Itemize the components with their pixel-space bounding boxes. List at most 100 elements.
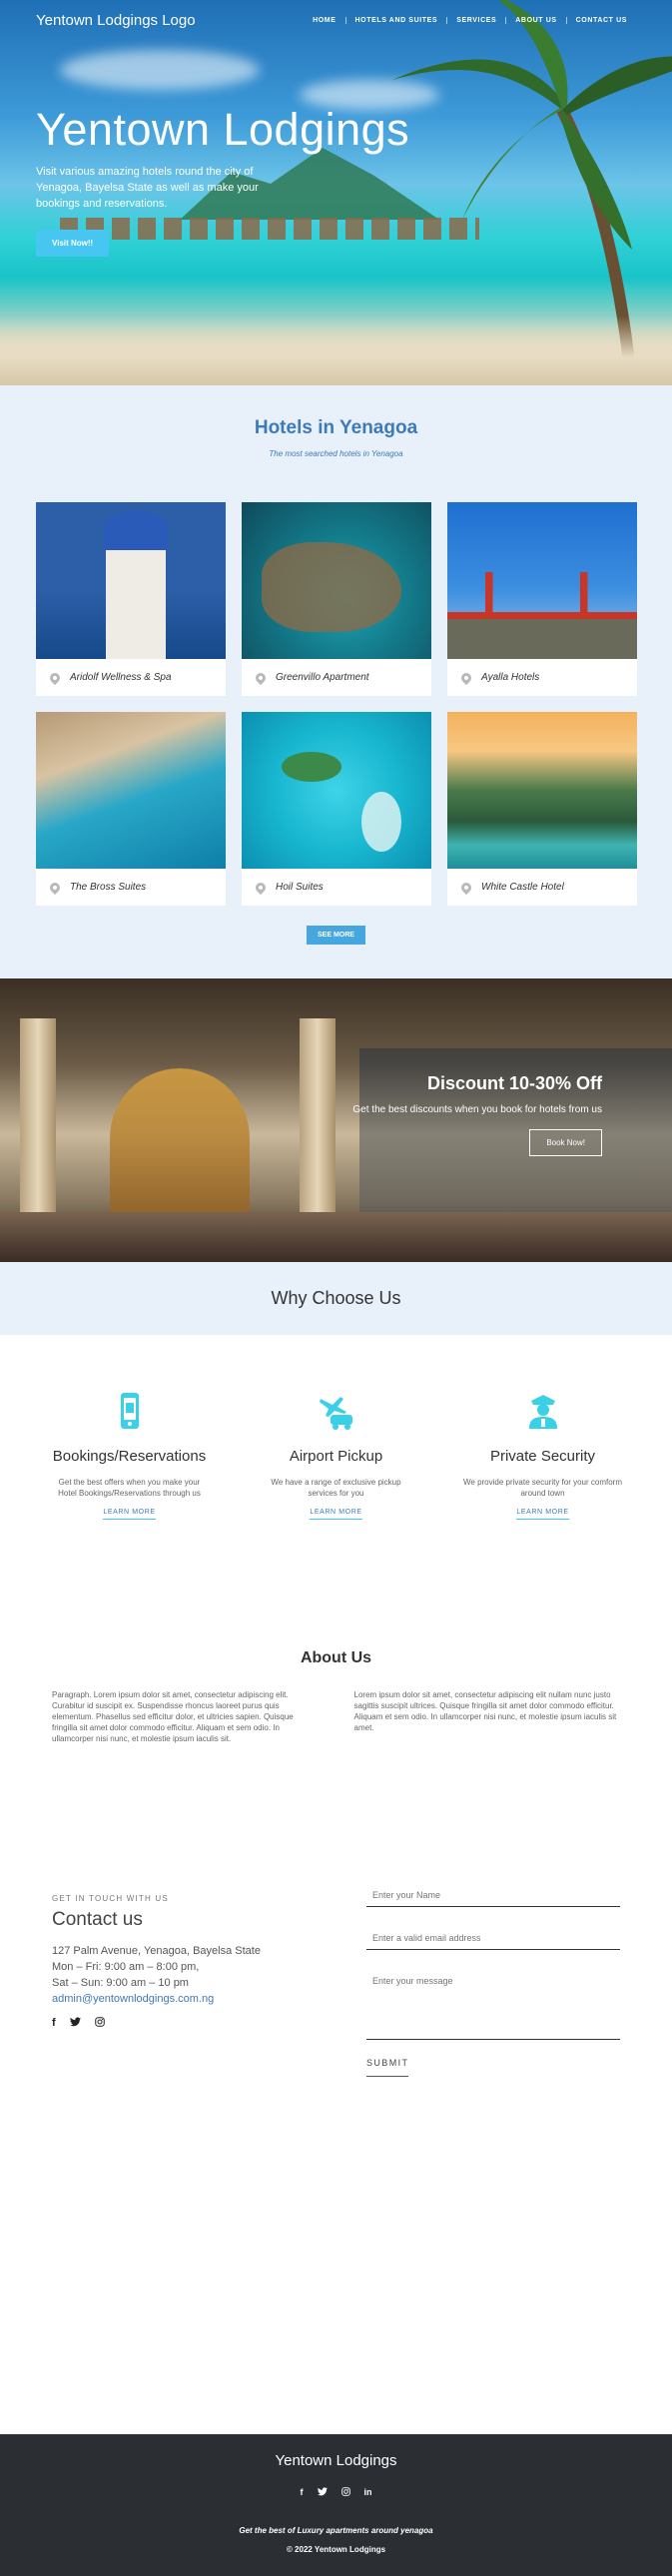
cloud-decor <box>60 50 260 90</box>
hotel-image[interactable] <box>36 502 226 659</box>
land-decor <box>447 619 637 659</box>
facebook-icon[interactable]: f <box>52 2017 56 2030</box>
hotel-name[interactable]: Greenvillo Apartment <box>276 672 369 683</box>
footer-social-icons: f in <box>0 2487 672 2498</box>
coast-decor <box>262 542 401 632</box>
hotel-caption: Greenvillo Apartment <box>242 659 431 696</box>
location-pin-icon <box>253 670 269 685</box>
features-section: Bookings/Reservations Get the best offer… <box>0 1335 672 1550</box>
contact-hours-weekday: Mon – Fri: 9:00 am – 8:00 pm, <box>52 1961 200 1973</box>
contact-address: 127 Palm Avenue, Yenagoa, Bayelsa State <box>52 1945 261 1957</box>
footer-copyright: © 2022 Yentown Lodgings <box>286 2545 386 2554</box>
hotel-card[interactable]: Ayalla Hotels <box>447 502 637 696</box>
email-field[interactable] <box>366 1927 620 1950</box>
contact-hours-weekend: Sat – Sun: 9:00 am – 10 pm <box>52 1977 189 1989</box>
footer-title: Yentown Lodgings <box>275 2452 397 2469</box>
discount-content: Discount 10-30% Off Get the best discoun… <box>352 1073 602 1156</box>
learn-more-link[interactable]: LEARN MORE <box>310 1509 362 1520</box>
hotel-card[interactable]: Aridolf Wellness & Spa <box>36 502 226 696</box>
hotel-caption: Ayalla Hotels <box>447 659 637 696</box>
about-title: About Us <box>300 1649 372 1666</box>
hero-subtitle: Visit various amazing hotels round the c… <box>36 166 259 210</box>
feature-text: Get the best offers when you make your H… <box>58 1478 201 1498</box>
feature-private-security: Private Security We provide private secu… <box>449 1391 636 1520</box>
nav-link-hotels-and-suites[interactable]: HOTELS AND SUITES <box>344 16 447 24</box>
hero-section: Yentown Lodgings Logo HOME HOTELS AND SU… <box>0 0 672 385</box>
visit-now-button[interactable]: Visit Now!! <box>36 230 110 257</box>
hotel-name[interactable]: Aridolf Wellness & Spa <box>70 672 172 683</box>
feature-bookings: Bookings/Reservations Get the best offer… <box>36 1391 223 1520</box>
twitter-icon[interactable] <box>317 2487 328 2498</box>
phone-booking-icon <box>120 1393 139 1429</box>
instagram-icon[interactable] <box>340 2487 350 2498</box>
discount-subtitle: Get the best discounts when you book for… <box>352 1104 602 1115</box>
discount-title: Discount 10-30% Off <box>426 1073 602 1093</box>
contact-email-link[interactable]: admin@yentownlodgings.com.ng <box>52 1991 317 2007</box>
hero-content: Yentown Lodgings Visit various amazing h… <box>36 104 409 257</box>
hotels-subtitle: The most searched hotels in Yenagoa <box>269 449 403 458</box>
hotel-image[interactable] <box>242 502 431 659</box>
footer-tagline: Get the best of Luxury apartments around… <box>239 2526 433 2535</box>
hotel-image[interactable] <box>447 502 637 659</box>
about-paragraph-1: Paragraph. Lorem ipsum dolor sit amet, c… <box>52 1690 294 1743</box>
hotel-caption: Hoil Suites <box>242 869 431 906</box>
see-more-button[interactable]: SEE MORE <box>307 926 365 945</box>
nav-link-contact-us[interactable]: CONTACT US <box>565 16 636 24</box>
hotel-name[interactable]: Ayalla Hotels <box>481 672 539 683</box>
nav-link-home[interactable]: HOME <box>304 17 344 24</box>
contact-section: GET IN TOUCH WITH US Contact us 127 Palm… <box>0 1774 672 2434</box>
twitter-icon[interactable] <box>69 2017 81 2030</box>
contact-info: GET IN TOUCH WITH US Contact us 127 Palm… <box>52 1884 317 2434</box>
feature-title: Bookings/Reservations <box>52 1448 207 1465</box>
hotel-image[interactable] <box>36 712 226 869</box>
hero-title: Yentown Lodgings <box>36 104 410 155</box>
feature-text: We provide private security for your com… <box>462 1478 622 1498</box>
hotel-card[interactable]: The Bross Suites <box>36 712 226 906</box>
airport-pickup-icon <box>319 1397 352 1430</box>
about-paragraph-2: Lorem ipsum dolor sit amet, consectetur … <box>353 1690 617 1732</box>
message-field[interactable] <box>366 1970 620 2040</box>
security-guard-icon <box>528 1395 557 1429</box>
hotel-card[interactable]: White Castle Hotel <box>447 712 637 906</box>
sandbar-decor <box>361 792 401 852</box>
hotel-name[interactable]: Hoil Suites <box>276 882 324 893</box>
hotel-image[interactable] <box>242 712 431 869</box>
feature-text: We have a range of exclusive pickup serv… <box>271 1478 401 1498</box>
hotel-image[interactable] <box>447 712 637 869</box>
site-footer: Yentown Lodgings f in Get the best of Lu… <box>0 2434 672 2576</box>
facebook-icon[interactable]: f <box>301 2487 304 2498</box>
church-decor <box>106 532 166 659</box>
dome-decor <box>104 510 168 550</box>
why-choose-us-title: Why Choose Us <box>0 1262 672 1335</box>
about-columns: Paragraph. Lorem ipsum dolor sit amet, c… <box>52 1689 620 1744</box>
feature-title: Private Security <box>489 1448 596 1465</box>
about-section: About Us Paragraph. Lorem ipsum dolor si… <box>0 1550 672 1774</box>
nav-link-about-us[interactable]: ABOUT US <box>505 16 565 24</box>
learn-more-link[interactable]: LEARN MORE <box>516 1509 569 1520</box>
book-now-button[interactable]: Book Now! <box>529 1129 602 1156</box>
learn-more-link[interactable]: LEARN MORE <box>103 1509 156 1520</box>
nav-link-services[interactable]: SERVICES <box>446 16 505 24</box>
site-logo[interactable]: Yentown Lodgings Logo <box>36 12 196 29</box>
hotel-caption: The Bross Suites <box>36 869 226 906</box>
hotel-card[interactable]: Greenvillo Apartment <box>242 502 431 696</box>
lobby-floor-decor <box>0 1212 672 1262</box>
location-pin-icon <box>458 880 474 895</box>
discount-banner: Discount 10-30% Off Get the best discoun… <box>0 978 672 1262</box>
feature-title: Airport Pickup <box>289 1448 383 1465</box>
hotels-section: Hotels in Yenagoa The most searched hote… <box>0 385 672 978</box>
hotel-name[interactable]: White Castle Hotel <box>481 882 564 893</box>
contact-title: Contact us <box>52 1909 143 1930</box>
hotel-caption: White Castle Hotel <box>447 869 637 906</box>
submit-button[interactable]: SUBMIT <box>366 2058 409 2077</box>
hotels-title: Hotels in Yenagoa <box>254 417 418 438</box>
hotels-grid: Aridolf Wellness & Spa Greenvillo Apartm… <box>36 502 637 906</box>
linkedin-icon[interactable]: in <box>364 2487 372 2498</box>
hotel-card[interactable]: Hoil Suites <box>242 712 431 906</box>
island-decor <box>282 752 341 782</box>
hotel-caption: Aridolf Wellness & Spa <box>36 659 226 696</box>
name-field[interactable] <box>366 1884 620 1907</box>
hotel-name[interactable]: The Bross Suites <box>70 882 146 893</box>
instagram-icon[interactable] <box>94 2017 105 2030</box>
nav-links: HOME HOTELS AND SUITES SERVICES ABOUT US… <box>304 16 636 24</box>
